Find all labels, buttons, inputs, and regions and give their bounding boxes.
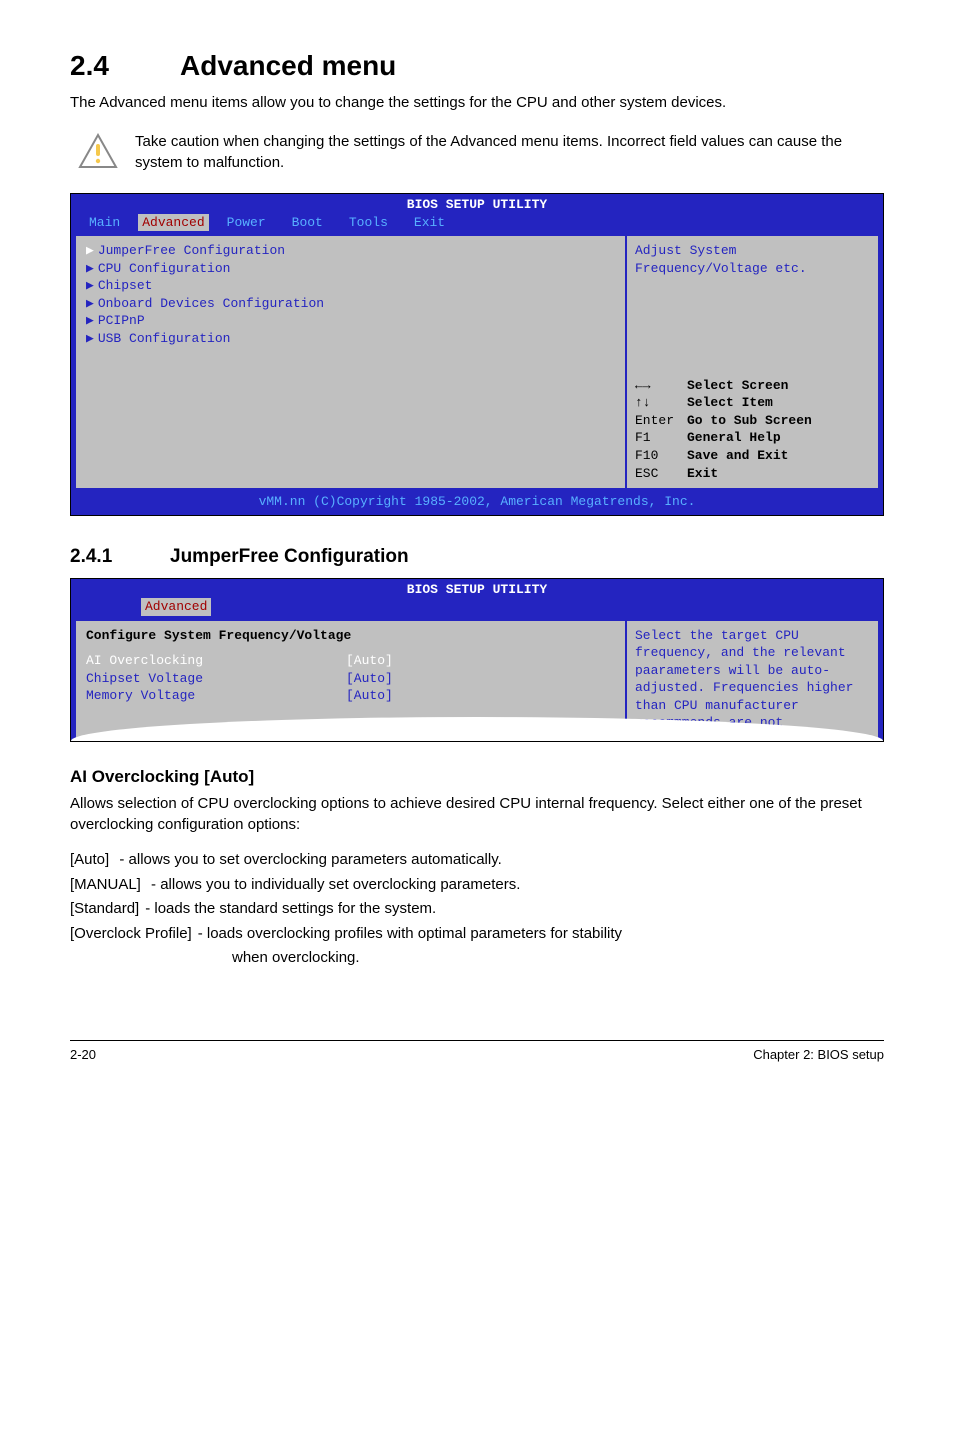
config-row[interactable]: Chipset Voltage [Auto] — [86, 670, 615, 688]
menu-pcipnp[interactable]: PCIPnP — [98, 313, 145, 328]
key-label: ESC — [635, 465, 687, 483]
menu-onboard[interactable]: Onboard Devices Configuration — [98, 296, 324, 311]
section-number: 2.4 — [70, 50, 180, 82]
option-body: Allows selection of CPU overclocking opt… — [70, 793, 884, 835]
bios-footer: vMM.nn (C)Copyright 1985-2002, American … — [71, 491, 883, 515]
subsection-number: 2.4.1 — [70, 546, 170, 568]
tab-tools[interactable]: Tools — [341, 214, 396, 232]
bios-tabs: Main Advanced Power Boot Tools Exit — [71, 214, 883, 236]
chapter-label: Chapter 2: BIOS setup — [753, 1047, 884, 1062]
option-term: [Overclock Profile] — [70, 923, 192, 946]
caution-note: Take caution when changing the settings … — [70, 131, 884, 173]
option-heading: AI Overclocking [Auto] — [70, 767, 884, 787]
tab-main[interactable]: Main — [81, 214, 128, 232]
option-desc: - allows you to set overclocking paramet… — [119, 849, 501, 872]
key-action: Select Item — [687, 395, 773, 410]
config-row[interactable]: AI Overclocking [Auto] — [86, 652, 615, 670]
triangle-icon: ▶ — [86, 243, 94, 258]
option-term: [Auto] — [70, 849, 109, 872]
option-desc: - loads overclocking profiles with optim… — [198, 923, 622, 946]
option-definition: [Overclock Profile] - loads overclocking… — [70, 923, 884, 946]
key-label: Enter — [635, 412, 687, 430]
option-desc: - loads the standard settings for the sy… — [145, 898, 436, 921]
config-value: [Auto] — [346, 687, 393, 705]
triangle-icon: ▶ — [86, 278, 94, 293]
key-label: F10 — [635, 447, 687, 465]
config-label: Memory Voltage — [86, 687, 346, 705]
page-number: 2-20 — [70, 1047, 96, 1062]
bios-title: BIOS SETUP UTILITY — [71, 579, 883, 599]
option-term: [Standard] — [70, 898, 139, 921]
option-definition: [Standard] - loads the standard settings… — [70, 898, 884, 921]
menu-chipset[interactable]: Chipset — [98, 278, 153, 293]
key-label: ↑↓ — [635, 394, 687, 412]
menu-jumperfree[interactable]: JumperFree Configuration — [98, 243, 285, 258]
triangle-icon: ▶ — [86, 331, 94, 346]
tab-advanced[interactable]: Advanced — [138, 214, 208, 232]
bios-title: BIOS SETUP UTILITY — [71, 194, 883, 214]
option-definition: [Auto] - allows you to set overclocking … — [70, 849, 884, 872]
option-desc: - allows you to individually set overclo… — [151, 874, 520, 897]
bios-panel-advanced: BIOS SETUP UTILITY Main Advanced Power B… — [70, 193, 884, 516]
help-description: Adjust System Frequency/Voltage etc. — [635, 242, 870, 277]
config-label: Chipset Voltage — [86, 670, 346, 688]
bios-tabs: Advanced — [71, 598, 883, 620]
config-value: [Auto] — [346, 670, 393, 688]
key-action: Go to Sub Screen — [687, 413, 812, 428]
config-value: [Auto] — [346, 652, 393, 670]
tab-exit[interactable]: Exit — [406, 214, 453, 232]
option-definition: [MANUAL] - allows you to individually se… — [70, 874, 884, 897]
intro-paragraph: The Advanced menu items allow you to cha… — [70, 92, 884, 113]
key-action: Save and Exit — [687, 448, 788, 463]
subsection-title: JumperFree Configuration — [170, 546, 409, 567]
section-heading: 2.4Advanced menu — [70, 50, 884, 82]
tab-boot[interactable]: Boot — [284, 214, 331, 232]
help-description: Select the target CPU frequency, and the… — [635, 627, 870, 732]
caution-text: Take caution when changing the settings … — [125, 131, 884, 173]
bios-menu-pane: ▶ JumperFree Configuration ▶ CPU Configura… — [75, 235, 626, 489]
config-row[interactable]: Memory Voltage [Auto] — [86, 687, 615, 705]
caution-icon — [70, 131, 125, 173]
page-footer: 2-20 Chapter 2: BIOS setup — [70, 1040, 884, 1062]
key-action: Select Screen — [687, 378, 788, 393]
key-action: Exit — [687, 466, 718, 481]
menu-cpu-config[interactable]: CPU Configuration — [98, 261, 231, 276]
option-term: [MANUAL] — [70, 874, 141, 897]
triangle-icon: ▶ — [86, 296, 94, 311]
key-label: F1 — [635, 429, 687, 447]
tab-advanced[interactable]: Advanced — [141, 598, 211, 616]
option-continuation: when overclocking. — [70, 947, 884, 970]
menu-usb[interactable]: USB Configuration — [98, 331, 231, 346]
bios-help-pane: Adjust System Frequency/Voltage etc. ←→S… — [626, 235, 879, 489]
section-title-text: Advanced menu — [180, 50, 396, 81]
help-keys: ←→Select Screen ↑↓Select Item EnterGo to… — [635, 377, 870, 482]
triangle-icon: ▶ — [86, 313, 94, 328]
tab-power[interactable]: Power — [219, 214, 274, 232]
key-action: General Help — [687, 430, 781, 445]
config-label: AI Overclocking — [86, 652, 346, 670]
bios-panel-jumperfree: BIOS SETUP UTILITY Advanced Configure Sy… — [70, 578, 884, 742]
triangle-icon: ▶ — [86, 261, 94, 276]
subsection-heading: 2.4.1JumperFree Configuration — [70, 546, 884, 568]
key-label: ←→ — [635, 377, 687, 395]
config-header: Configure System Frequency/Voltage — [86, 627, 615, 645]
